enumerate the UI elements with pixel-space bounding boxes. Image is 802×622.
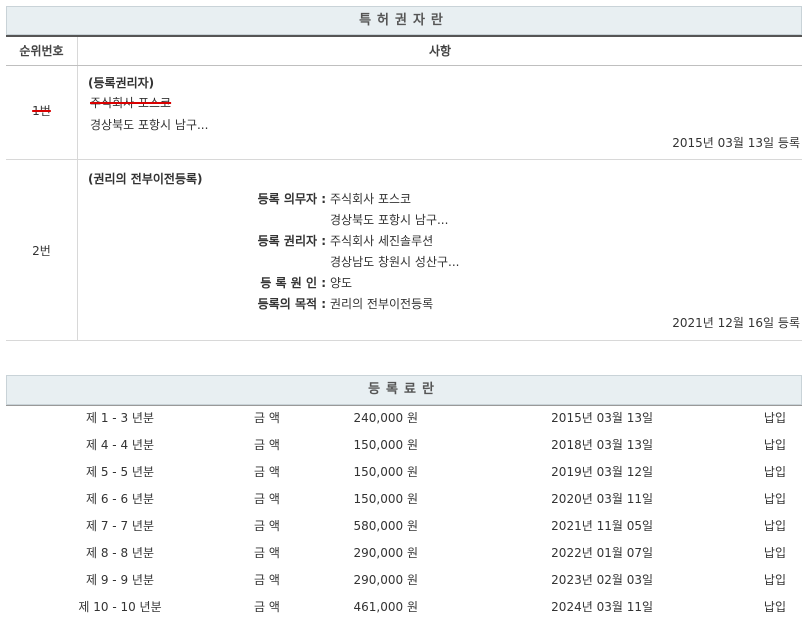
entry-number-cell: 1번 <box>6 66 78 159</box>
fee-amount-label: 금 액 <box>254 411 280 425</box>
fee-period: 제 7 - 7 년분 <box>86 519 154 533</box>
holder-address: 경상남도 창원시 성산구... <box>330 255 460 269</box>
fee-amount: 290,000 원 <box>353 573 418 587</box>
fee-date: 2021년 11월 05일 <box>551 519 653 533</box>
fee-amount-label: 금 액 <box>254 438 280 452</box>
fee-row: 제 5 - 5 년분 금 액 150,000 원 2019년 03월 12일 납… <box>6 460 802 487</box>
fee-row: 제 4 - 4 년분 금 액 150,000 원 2018년 03월 13일 납… <box>6 433 802 460</box>
fee-status: 납입 <box>763 411 786 425</box>
fee-date: 2015년 03월 13일 <box>551 411 653 425</box>
obligor-name: 주식회사 포스코 <box>330 192 412 206</box>
fee-date: 2022년 01월 07일 <box>551 546 653 560</box>
entry-date: 2015년 03월 13일 등록 <box>672 136 800 150</box>
fee-period: 제 5 - 5 년분 <box>86 465 154 479</box>
obligor-label: 등록 의무자 : <box>257 192 326 206</box>
entry-heading: (등록권리자) <box>88 76 155 90</box>
col-header-number: 순위번호 <box>6 37 78 65</box>
col-header-item: 사항 <box>428 44 452 58</box>
fee-date: 2020년 03월 11일 <box>551 492 653 506</box>
fee-period: 제 4 - 4 년분 <box>86 438 154 452</box>
owner-name: 주식회사 포스코 <box>90 96 172 110</box>
owner-entry-2: 2번 (권리의 전부이전등록) 등록 의무자 : 주식회사 포스코 경상북도 포… <box>6 160 802 341</box>
fee-amount-label: 금 액 <box>254 465 280 479</box>
fee-period: 제 9 - 9 년분 <box>86 573 154 587</box>
owner-section-title: 특허권자란 <box>6 6 802 35</box>
purpose-label: 등록의 목적 : <box>257 297 326 311</box>
cause-value: 양도 <box>330 276 353 290</box>
entry-number: 1번 <box>32 104 51 118</box>
fee-status: 납입 <box>763 465 786 479</box>
fee-date: 2019년 03월 12일 <box>551 465 653 479</box>
fee-status: 납입 <box>763 546 786 560</box>
fee-amount-label: 금 액 <box>254 492 280 506</box>
fee-amount-label: 금 액 <box>254 546 280 560</box>
fee-amount: 240,000 원 <box>353 411 418 425</box>
owner-entry-1: 1번 (등록권리자) 주식회사 포스코 경상북도 포항시 남구... 2015년… <box>6 66 802 160</box>
fee-amount: 290,000 원 <box>353 546 418 560</box>
fee-amount: 580,000 원 <box>353 519 418 533</box>
entry-number-cell: 2번 <box>6 160 78 340</box>
fee-amount-label: 금 액 <box>254 600 280 614</box>
purpose-value: 권리의 전부이전등록 <box>330 297 434 311</box>
fee-period: 제 8 - 8 년분 <box>86 546 154 560</box>
holder-name: 주식회사 세진솔루션 <box>330 234 434 248</box>
owner-table-header: 순위번호 사항 <box>6 37 802 66</box>
fee-period: 제 10 - 10 년분 <box>78 600 162 614</box>
owner-table: 순위번호 사항 1번 (등록권리자) 주식회사 포스코 경상북도 포항시 남구.… <box>6 35 802 341</box>
fee-amount-label: 금 액 <box>254 519 280 533</box>
fee-amount: 150,000 원 <box>353 438 418 452</box>
fee-amount: 150,000 원 <box>353 492 418 506</box>
fee-period: 제 1 - 3 년분 <box>86 411 154 425</box>
fee-status: 납입 <box>763 600 786 614</box>
fee-status: 납입 <box>763 492 786 506</box>
fee-section-title: 등록료란 <box>6 375 802 405</box>
fee-status: 납입 <box>763 438 786 452</box>
fee-table: 제 1 - 3 년분 금 액 240,000 원 2015년 03월 13일 납… <box>6 405 802 622</box>
fee-amount: 150,000 원 <box>353 465 418 479</box>
entry-body: (등록권리자) 주식회사 포스코 경상북도 포항시 남구... 2015년 03… <box>78 66 802 159</box>
obligor-address: 경상북도 포항시 남구... <box>330 213 449 227</box>
fee-row: 제 9 - 9 년분 금 액 290,000 원 2023년 02월 03일 납… <box>6 568 802 595</box>
owner-address: 경상북도 포항시 남구... <box>90 118 209 132</box>
fee-row: 제 7 - 7 년분 금 액 580,000 원 2021년 11월 05일 납… <box>6 514 802 541</box>
fee-date: 2018년 03월 13일 <box>551 438 653 452</box>
fee-status: 납입 <box>763 519 786 533</box>
fee-row: 제 1 - 3 년분 금 액 240,000 원 2015년 03월 13일 납… <box>6 406 802 433</box>
entry-number: 2번 <box>32 244 51 258</box>
entry-date: 2021년 12월 16일 등록 <box>672 316 800 330</box>
entry-body: (권리의 전부이전등록) 등록 의무자 : 주식회사 포스코 경상북도 포항시 … <box>78 160 802 340</box>
fee-date: 2023년 02월 03일 <box>551 573 653 587</box>
fee-amount-label: 금 액 <box>254 573 280 587</box>
cause-label: 등 록 원 인 : <box>260 276 326 290</box>
fee-date: 2024년 03월 11일 <box>551 600 653 614</box>
holder-label: 등록 권리자 : <box>257 234 326 248</box>
fee-amount: 461,000 원 <box>353 600 418 614</box>
fee-row: 제 8 - 8 년분 금 액 290,000 원 2022년 01월 07일 납… <box>6 541 802 568</box>
entry-heading: (권리의 전부이전등록) <box>88 172 203 186</box>
fee-status: 납입 <box>763 573 786 587</box>
fee-period: 제 6 - 6 년분 <box>86 492 154 506</box>
fee-row: 제 6 - 6 년분 금 액 150,000 원 2020년 03월 11일 납… <box>6 487 802 514</box>
